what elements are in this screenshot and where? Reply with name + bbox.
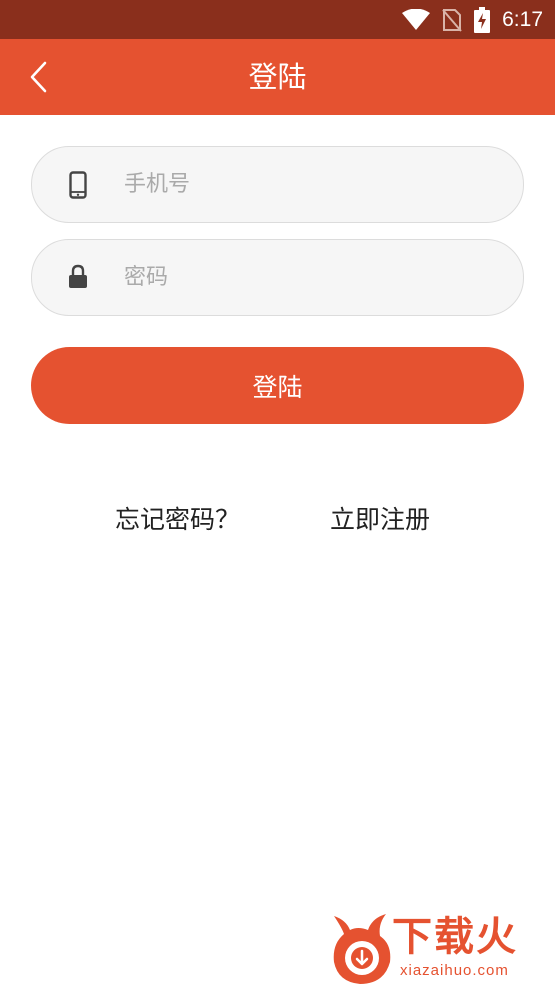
forgot-password-link[interactable]: 忘记密码？ — [115, 502, 240, 538]
phone-input[interactable] — [124, 147, 504, 222]
password-input[interactable] — [124, 240, 504, 315]
chevron-left-icon — [30, 61, 47, 93]
password-field[interactable] — [31, 239, 524, 316]
watermark-name: 下载火 — [392, 914, 518, 960]
register-link[interactable]: 立即注册 — [330, 502, 430, 538]
app-bar: 登陆 — [0, 39, 555, 115]
status-icons: 6:17 — [402, 0, 543, 39]
phone-field[interactable] — [31, 146, 524, 223]
battery-charging-icon — [474, 6, 491, 33]
status-time: 6:17 — [502, 8, 543, 31]
lock-icon — [69, 264, 87, 288]
watermark: 下载火 xiazaihuo.com — [328, 912, 555, 986]
no-sim-icon — [442, 8, 462, 32]
page-title: 登陆 — [248, 60, 307, 94]
smartphone-icon — [69, 171, 87, 199]
status-bar: 6:17 — [0, 0, 555, 39]
watermark-url: xiazaihuo.com — [400, 962, 509, 979]
flame-logo-icon — [333, 914, 391, 984]
back-button[interactable] — [22, 57, 62, 97]
login-button[interactable]: 登陆 — [31, 347, 524, 424]
wifi-icon — [402, 8, 431, 30]
